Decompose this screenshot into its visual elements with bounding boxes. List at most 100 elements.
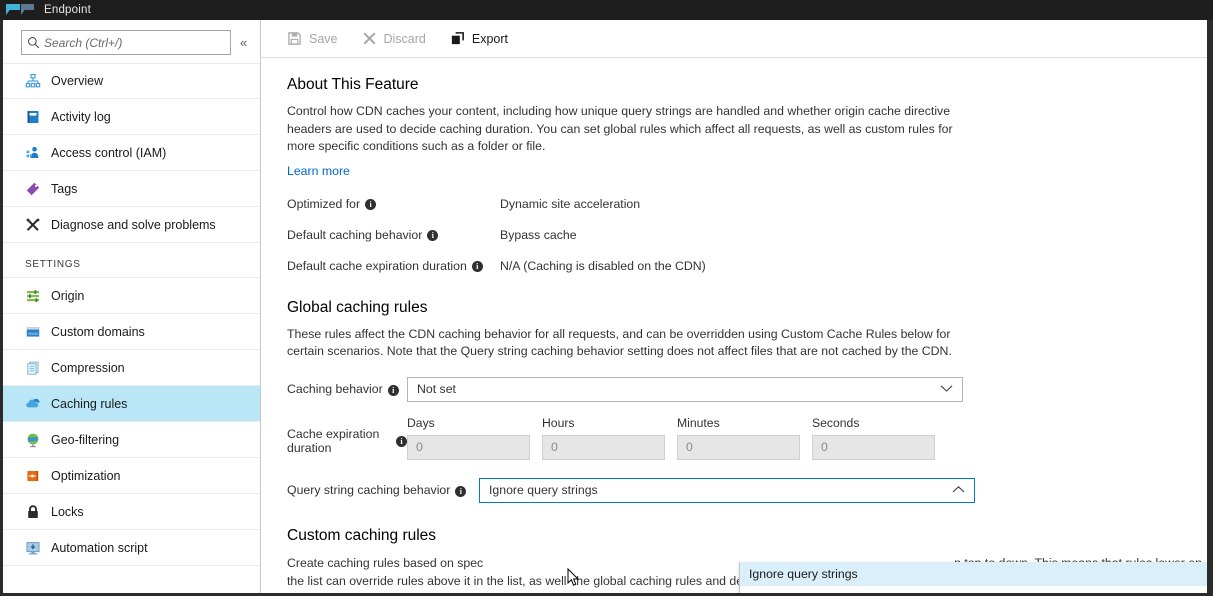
duration-minutes-input[interactable] — [677, 434, 800, 460]
property-value: Bypass cache — [500, 227, 577, 242]
automation-script-icon — [25, 540, 51, 556]
property-label-text: Default caching behavior — [287, 227, 423, 242]
sidebar: « — [3, 20, 261, 593]
dropdown-option-bypass-caching[interactable]: Bypass caching for query strings — [740, 586, 1207, 593]
info-icon[interactable]: i — [396, 436, 407, 447]
dropdown-option-label: Ignore query strings — [749, 567, 858, 581]
save-button[interactable]: Save — [287, 31, 338, 46]
custom-domains-icon: www — [25, 324, 51, 340]
duration-minutes-header: Minutes — [677, 415, 720, 430]
sidebar-item-label: Caching rules — [51, 396, 128, 411]
export-button[interactable]: Export — [450, 31, 508, 46]
learn-more-link[interactable]: Learn more — [287, 164, 350, 178]
property-label-text: Default cache expiration duration — [287, 258, 467, 273]
azure-cdn-endpoint-icon — [6, 3, 36, 17]
sidebar-item-locks[interactable]: Locks — [3, 494, 260, 530]
duration-hours-input[interactable] — [542, 434, 665, 460]
sidebar-item-label: Access control (IAM) — [51, 145, 167, 160]
search-input[interactable] — [44, 35, 224, 50]
search-box[interactable] — [21, 30, 231, 55]
sidebar-item-label: Diagnose and solve problems — [51, 217, 216, 232]
property-row-optimized-for: Optimized for i Dynamic site acceleratio… — [287, 197, 1207, 211]
command-toolbar: Save Discard Export — [261, 20, 1207, 58]
query-string-select[interactable]: Ignore query strings — [479, 477, 975, 503]
origin-sliders-icon — [25, 288, 51, 304]
info-icon[interactable]: i — [471, 261, 483, 272]
content-area: About This Feature Control how CDN cache… — [261, 58, 1207, 594]
sidebar-item-origin[interactable]: Origin — [3, 278, 260, 314]
compression-icon — [25, 360, 51, 376]
main-pane: Save Discard Export About This Feature C… — [261, 20, 1207, 593]
property-value: Dynamic site acceleration — [500, 196, 641, 211]
global-rules-title: Global caching rules — [287, 298, 428, 316]
sidebar-item-optimization[interactable]: Optimization — [3, 458, 260, 494]
property-label: Default caching behavior i — [287, 228, 500, 242]
caching-rules-cloud-icon — [25, 396, 51, 412]
info-icon[interactable]: i — [455, 485, 467, 497]
about-title: About This Feature — [287, 76, 419, 93]
duration-days: Days — [407, 416, 530, 460]
query-string-row: Query string caching behavior i Ignore q… — [287, 477, 1207, 503]
query-string-dropdown-list: Ignore query strings Bypass caching for … — [739, 562, 1207, 593]
property-label: Default cache expiration duration i — [287, 259, 500, 273]
close-x-icon — [362, 31, 377, 46]
sidebar-item-label: Automation script — [51, 540, 148, 555]
chevron-down-icon — [940, 382, 953, 396]
info-icon[interactable]: i — [427, 230, 439, 241]
sidebar-item-tags[interactable]: Tags — [3, 171, 260, 207]
query-string-value: Ignore query strings — [489, 483, 598, 497]
caching-behavior-label-text: Caching behavior — [287, 382, 383, 396]
property-label: Optimized for i — [287, 197, 500, 211]
custom-rules-body-left-1: Create caching rules based on spec — [287, 555, 484, 570]
sidebar-item-label: Geo-filtering — [51, 432, 120, 447]
window-title: Endpoint — [44, 4, 91, 16]
sidebar-item-compression[interactable]: Compression — [3, 350, 260, 386]
cache-expiration-row: Cache expiration duration i Days Hours — [287, 416, 1207, 460]
sidebar-item-label: Overview — [51, 74, 104, 88]
sidebar-item-label: Activity log — [51, 109, 111, 124]
caching-behavior-label: Caching behavior i — [287, 382, 407, 396]
chevron-double-left-icon[interactable]: « — [240, 36, 247, 49]
optimization-icon — [25, 468, 51, 484]
sidebar-item-diagnose[interactable]: Diagnose and solve problems — [3, 207, 260, 243]
sidebar-item-custom-domains[interactable]: www Custom domains — [3, 314, 260, 350]
dropdown-option-ignore-query-strings[interactable]: Ignore query strings — [740, 562, 1207, 586]
wrench-screwdriver-icon — [25, 217, 51, 233]
custom-rules-body-left-2: the list can override rules above it in … — [287, 573, 567, 594]
activity-log-icon — [25, 109, 51, 125]
window-body: « — [3, 20, 1207, 593]
info-icon[interactable]: i — [387, 384, 399, 396]
app-window: Endpoint « — [0, 0, 1213, 596]
caching-behavior-value: Not set — [417, 382, 456, 396]
sidebar-item-caching-rules[interactable]: Caching rules — [3, 386, 260, 422]
sidebar-item-access-control[interactable]: Access control (IAM) — [3, 135, 260, 171]
info-icon[interactable]: i — [365, 199, 377, 210]
duration-days-input[interactable] — [407, 434, 530, 460]
property-value: N/A (Caching is disabled on the CDN) — [500, 258, 706, 273]
sidebar-item-label: Optimization — [51, 468, 121, 483]
global-rules-body: These rules affect the CDN caching behav… — [287, 326, 952, 359]
duration-hours: Hours — [542, 416, 665, 460]
duration-seconds-input[interactable] — [812, 434, 935, 460]
property-row-default-caching-behavior: Default caching behavior i Bypass cache — [287, 228, 1207, 242]
caching-behavior-select[interactable]: Not set — [407, 376, 963, 402]
duration-hours-header: Hours — [542, 415, 575, 430]
export-label: Export — [471, 31, 509, 46]
sidebar-item-activity-log[interactable]: Activity log — [3, 99, 260, 135]
sidebar-item-label: Locks — [51, 504, 84, 519]
discard-button[interactable]: Discard — [362, 31, 426, 46]
property-row-default-cache-expiration: Default cache expiration duration i N/A … — [287, 259, 1207, 273]
search-icon — [22, 36, 44, 49]
sidebar-item-label: Compression — [51, 360, 125, 375]
overview-icon — [25, 73, 51, 89]
globe-icon — [25, 432, 51, 448]
duration-minutes: Minutes — [677, 416, 800, 460]
sidebar-search-row: « — [3, 20, 260, 63]
save-disk-icon — [287, 31, 302, 46]
sidebar-item-label: Tags — [51, 181, 78, 196]
save-label: Save — [309, 31, 338, 46]
caching-behavior-row: Caching behavior i Not set — [287, 376, 1207, 402]
sidebar-item-geo-filtering[interactable]: Geo-filtering — [3, 422, 260, 458]
sidebar-item-automation-script[interactable]: Automation script — [3, 530, 260, 566]
sidebar-item-overview[interactable]: Overview — [3, 63, 260, 99]
